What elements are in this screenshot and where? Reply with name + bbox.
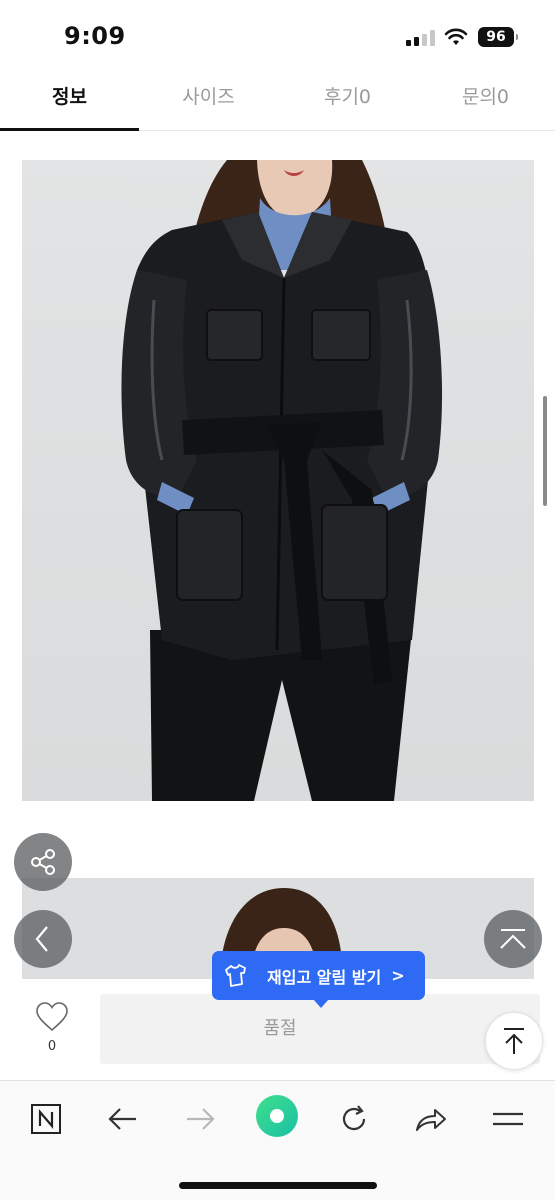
refresh-icon — [342, 1105, 366, 1131]
forward-arrow-icon — [187, 1108, 215, 1130]
arrow-up-icon — [504, 1028, 524, 1054]
green-dot-button[interactable] — [254, 1093, 300, 1139]
home-indicator — [179, 1182, 377, 1189]
refresh-button[interactable] — [332, 1099, 376, 1139]
signal-icon — [406, 30, 436, 46]
chevron-left-icon — [35, 926, 48, 952]
back-to-top-button[interactable] — [485, 1012, 543, 1070]
share-forward-icon — [416, 1109, 446, 1131]
tab-info[interactable]: 정보 — [0, 70, 139, 131]
product-tabs: 정보 사이즈 후기0 문의0 — [0, 70, 555, 131]
green-dot-icon — [256, 1095, 298, 1137]
like-button[interactable]: 0 — [30, 1001, 74, 1054]
previous-button[interactable] — [14, 910, 72, 968]
naver-home-button[interactable] — [24, 1099, 68, 1139]
back-arrow-icon — [108, 1108, 136, 1130]
status-time: 9:09 — [64, 22, 126, 50]
scroll-top-icon — [500, 929, 526, 949]
model-jacket-illustration — [121, 160, 443, 801]
tab-inquiry[interactable]: 문의0 — [416, 70, 555, 130]
product-photo — [22, 160, 534, 801]
share-icon — [31, 849, 55, 875]
collapse-up-button[interactable] — [484, 910, 542, 968]
like-count: 0 — [47, 1039, 57, 1054]
back-button[interactable] — [101, 1099, 145, 1139]
restock-label: 재입고 알림 받기 — [267, 967, 382, 987]
restock-alert-button[interactable]: 재입고 알림 받기 > — [212, 951, 425, 1008]
scroll-indicator[interactable] — [543, 396, 547, 506]
chevron-right-icon: > — [391, 966, 405, 985]
share-forward-button[interactable] — [409, 1099, 453, 1139]
tab-size[interactable]: 사이즈 — [139, 70, 278, 130]
forward-button[interactable] — [178, 1099, 222, 1139]
shirt-icon — [225, 963, 246, 987]
heart-icon — [36, 1002, 68, 1032]
menu-icon — [493, 1112, 523, 1126]
tab-reviews[interactable]: 후기0 — [278, 70, 417, 130]
menu-button[interactable] — [486, 1099, 530, 1139]
status-bar: 9:09 96 — [0, 0, 555, 70]
battery-indicator: 96 — [478, 27, 518, 47]
share-button[interactable] — [14, 833, 72, 891]
naver-icon — [31, 1104, 61, 1134]
wifi-icon — [444, 28, 468, 45]
